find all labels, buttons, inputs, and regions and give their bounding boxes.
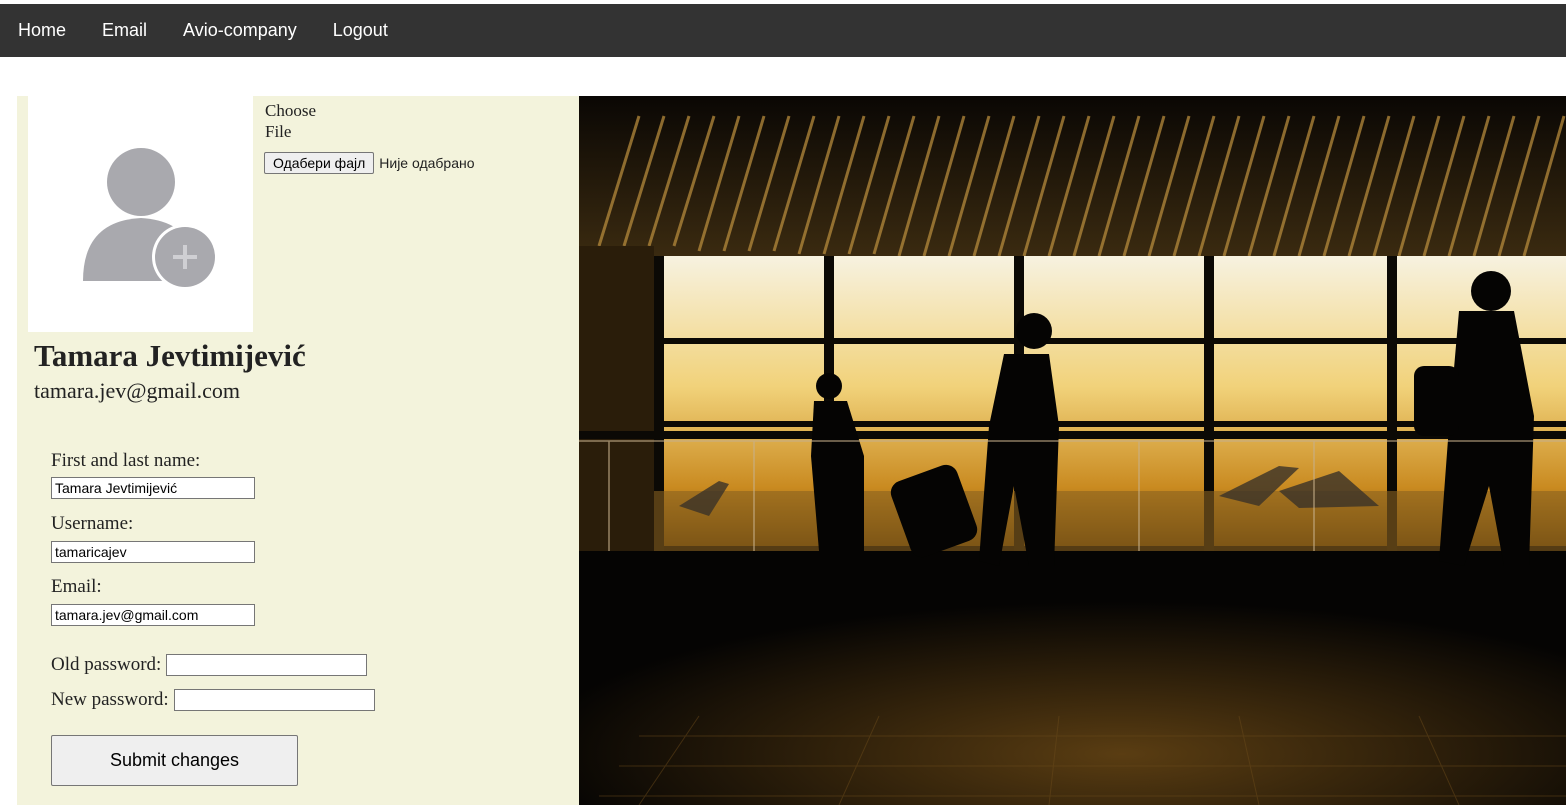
profile-name: Tamara Jevtimijević — [34, 338, 306, 373]
username-input[interactable] — [51, 541, 255, 563]
add-user-avatar-icon — [83, 148, 218, 290]
file-status-text: Није одабрано — [379, 155, 475, 171]
new-password-label: New password: — [51, 689, 169, 710]
profile-email: tamara.jev@gmail.com — [34, 378, 240, 403]
choose-file-button[interactable]: Одабери фајл — [264, 152, 375, 174]
nav-avio-company-link[interactable]: Avio-company — [165, 4, 315, 57]
top-navbar: Home Email Avio-company Logout — [0, 4, 1566, 57]
old-password-input[interactable] — [166, 654, 368, 676]
old-password-label: Old password: — [51, 654, 162, 675]
nav-home-link[interactable]: Home — [0, 4, 84, 57]
choose-file-label: Choose File — [265, 101, 316, 141]
airport-illustration — [579, 96, 1566, 805]
nav-logout-link[interactable]: Logout — [315, 4, 406, 57]
file-picker: Одабери фајл Није одабрано — [264, 152, 475, 174]
new-password-row: New password: — [51, 689, 375, 711]
name-input[interactable] — [51, 477, 255, 499]
email-label: Email: — [51, 576, 102, 597]
submit-changes-button[interactable]: Submit changes — [51, 735, 298, 786]
profile-panel: Choose File Одабери фајл Није одабрано T… — [17, 96, 579, 805]
old-password-row: Old password: — [51, 654, 368, 676]
nav-email-link[interactable]: Email — [84, 4, 165, 57]
hero-airport-image — [579, 96, 1566, 805]
username-label: Username: — [51, 513, 134, 534]
new-password-input[interactable] — [173, 689, 375, 711]
email-input[interactable] — [51, 604, 255, 626]
name-label: First and last name: — [51, 450, 201, 471]
avatar — [28, 96, 253, 332]
